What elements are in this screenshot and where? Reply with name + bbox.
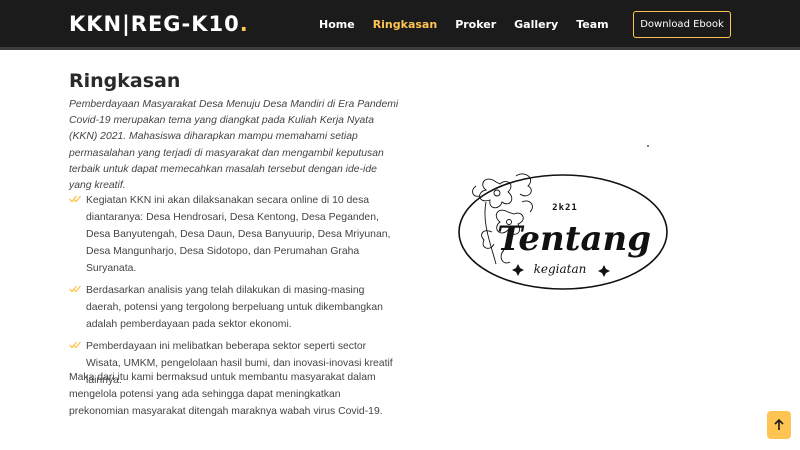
nav-home[interactable]: Home — [319, 18, 355, 31]
list-item-text: Kegiatan KKN ini akan dilaksanakan secar… — [86, 195, 391, 274]
check-double-icon — [69, 285, 81, 293]
illustration-year: 2k21 — [552, 203, 578, 213]
list-item: Berdasarkan analisis yang telah dilakuka… — [69, 282, 399, 333]
nav-team[interactable]: Team — [576, 18, 608, 31]
site-logo[interactable]: KKN|REG-K10. — [69, 12, 249, 36]
back-to-top-button[interactable] — [767, 411, 791, 439]
illustration-title: Tentang — [497, 219, 651, 259]
download-ebook-button[interactable]: Download Ebook — [633, 11, 731, 38]
logo-text: KKN|REG-K10 — [69, 12, 240, 36]
check-double-icon — [69, 195, 81, 203]
check-double-icon — [69, 341, 81, 349]
list-item: Kegiatan KKN ini akan dilaksanakan secar… — [69, 192, 399, 277]
logo-dot: . — [239, 12, 249, 36]
main-nav: Home Ringkasan Proker Gallery Team — [319, 18, 627, 31]
section-title: Ringkasan — [69, 70, 181, 92]
nav-proker[interactable]: Proker — [455, 18, 496, 31]
nav-gallery[interactable]: Gallery — [514, 18, 558, 31]
site-header: KKN|REG-K10. Home Ringkasan Proker Galle… — [0, 0, 800, 50]
illustration-subtitle: kegiatan — [534, 262, 587, 276]
nav-ringkasan[interactable]: Ringkasan — [373, 18, 438, 31]
arrow-up-icon — [774, 418, 784, 430]
intro-paragraph: Pemberdayaan Masyarakat Desa Menuju Desa… — [69, 99, 399, 192]
outro-paragraph: Maka dari itu kami bermaksud untuk memba… — [69, 372, 383, 417]
summary-list: Kegiatan KKN ini akan dilaksanakan secar… — [69, 192, 399, 394]
tentang-kegiatan-illustration: 2k21 Tentang kegiatan — [458, 173, 668, 290]
decorative-dot — [647, 145, 649, 147]
list-item-text: Berdasarkan analisis yang telah dilakuka… — [86, 285, 383, 330]
